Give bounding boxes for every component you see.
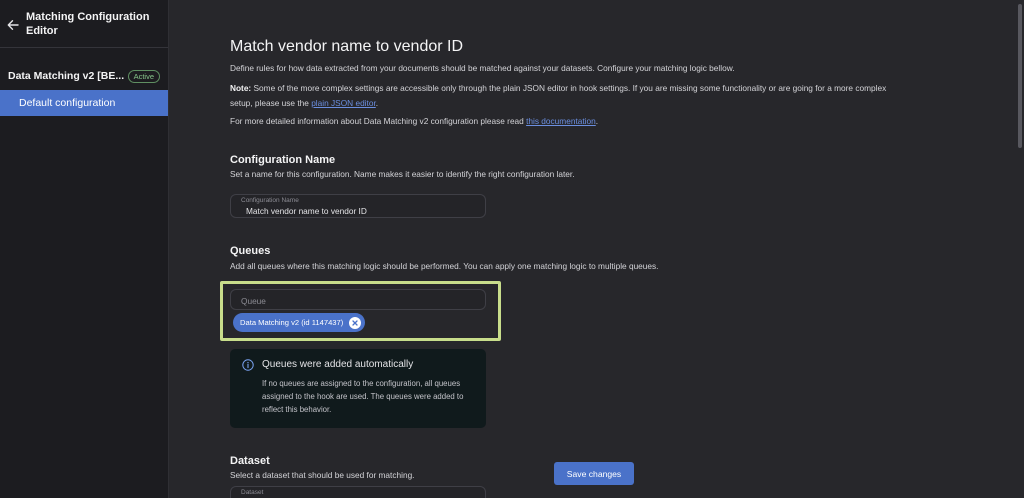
queues-info-box: Queues were added automatically If no qu… [230,349,486,428]
note-line-1: Some of the more complex settings are ac… [253,83,887,93]
configuration-name-field[interactable]: Configuration Name Match vendor name to … [230,194,486,218]
plain-json-editor-link[interactable]: plain JSON editor [311,98,376,108]
sidebar-item-default-configuration[interactable]: Default configuration [0,90,168,116]
page-title: Match vendor name to vendor ID [230,38,464,55]
info-body: If no queues are assigned to the configu… [262,379,464,414]
sidebar-group-name: Data Matching v2 [BE... [8,70,125,82]
queue-chip-label: Data Matching v2 (id 1147437) [240,318,344,327]
info-icon [242,359,254,371]
doc-text-pre: For more detailed information about Data… [230,116,527,126]
dataset-heading: Dataset [230,455,270,467]
status-badge: Active [127,69,160,83]
configuration-name-heading: Configuration Name [230,154,336,166]
doc-text-post: . [595,116,599,126]
documentation-link[interactable]: this documentation [526,116,596,126]
close-circle-icon[interactable] [349,316,362,329]
configuration-name-label: Configuration Name [241,197,299,204]
note-line-2-pre: setup, please use the [230,98,312,108]
configuration-name-value: Match vendor name to vendor ID [246,206,367,216]
queues-heading: Queues [230,245,271,257]
main-content: Match vendor name to vendor ID Define ru… [220,0,970,498]
note-text: Note: Some of the more complex settings … [230,81,970,111]
queue-chip: Data Matching v2 (id 1147437) [233,313,366,332]
info-title: Queues were added automatically [262,359,414,370]
configuration-name-description: Set a name for this configuration. Name … [230,169,575,179]
queue-input[interactable]: Queue [230,289,486,310]
dataset-field-label: Dataset [241,489,264,496]
queue-placeholder: Queue [241,296,266,306]
intro-text: Define rules for how data extracted from… [230,63,735,73]
note-line-2-post: . [375,98,379,108]
queues-description: Add all queues where this matching logic… [230,261,659,271]
documentation-text: For more detailed information about Data… [230,114,598,129]
arrow-left-icon[interactable] [6,18,20,32]
note-label: Note: [230,83,252,93]
dataset-description: Select a dataset that should be used for… [230,470,415,480]
sidebar-group-data-matching[interactable]: Data Matching v2 [BE... Active [0,64,168,88]
dataset-field[interactable]: Dataset [230,486,486,498]
sidebar-header: Matching Configuration Editor [0,0,168,48]
sidebar: Matching Configuration Editor Data Match… [0,0,169,498]
scrollbar[interactable] [1018,4,1022,148]
save-changes-button[interactable]: Save changes [554,462,634,485]
editor-title: Matching Configuration Editor [26,11,150,37]
